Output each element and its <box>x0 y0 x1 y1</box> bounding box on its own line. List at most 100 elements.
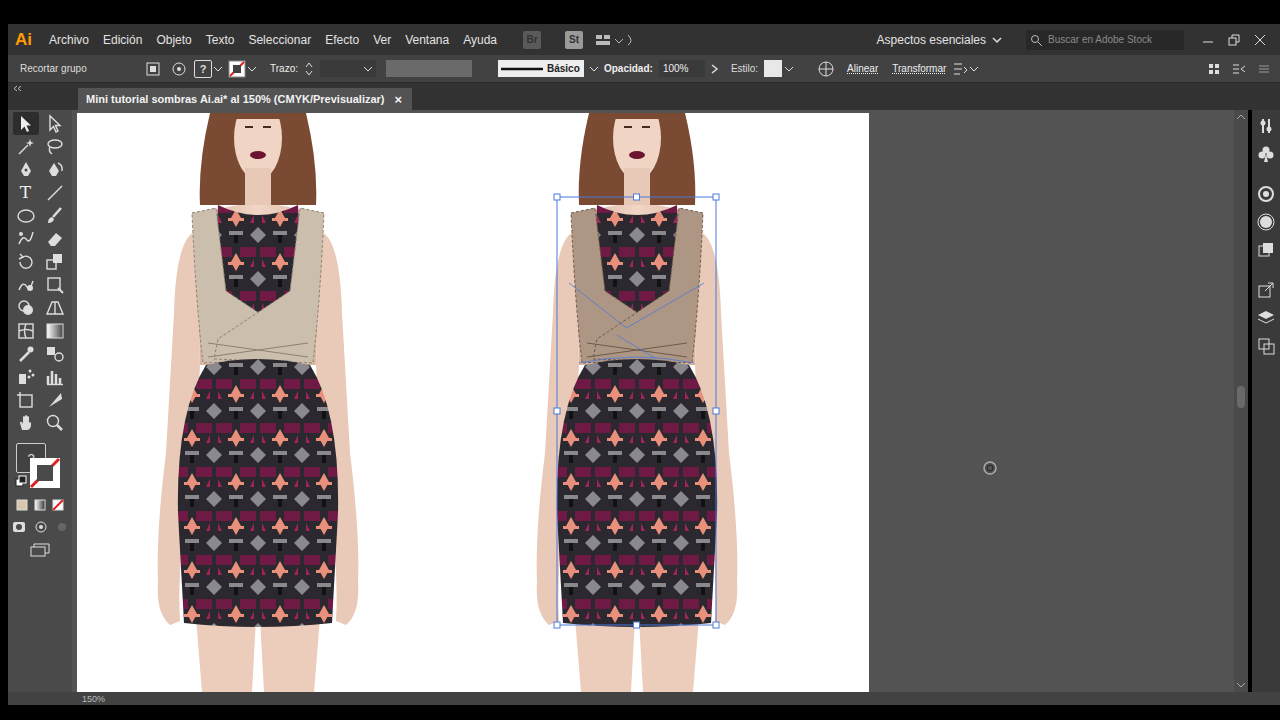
column-graph-tool[interactable] <box>42 365 68 388</box>
restore-icon[interactable] <box>1228 34 1240 46</box>
arrange-documents-icon[interactable] <box>595 32 635 48</box>
artboards-icon[interactable] <box>1256 336 1276 356</box>
transform-link[interactable]: Transformar <box>892 63 946 74</box>
none-mode-icon[interactable] <box>52 499 64 511</box>
artboard[interactable] <box>77 113 869 692</box>
align-link[interactable]: Alinear <box>847 63 878 74</box>
lasso-tool[interactable] <box>42 135 68 158</box>
dropdown-icon[interactable] <box>590 66 598 72</box>
ellipse-icon <box>15 205 37 227</box>
vertical-scrollbar[interactable] <box>1234 110 1248 692</box>
scale-tool[interactable] <box>42 250 68 273</box>
menu-item[interactable]: Texto <box>206 31 235 49</box>
eraser-tool[interactable] <box>42 227 68 250</box>
gradient-tool[interactable] <box>42 319 68 342</box>
symbol-sprayer-tool[interactable] <box>13 365 39 388</box>
warp-tool[interactable] <box>13 273 39 296</box>
screen-mode-icon[interactable] <box>30 543 50 557</box>
free-transform-tool[interactable] <box>42 273 68 296</box>
hand-tool[interactable] <box>13 411 39 434</box>
artboard-tool[interactable] <box>13 388 39 411</box>
fill-swatch[interactable]: ? <box>194 60 222 78</box>
perspective-tool[interactable] <box>42 296 68 319</box>
opacity-field[interactable]: 100% <box>659 60 705 77</box>
close-icon[interactable] <box>1254 34 1266 46</box>
menu-item[interactable]: Archivo <box>49 31 89 49</box>
style-swatch[interactable] <box>764 60 793 77</box>
options-icon[interactable] <box>1232 63 1246 75</box>
mesh-tool[interactable] <box>13 319 39 342</box>
menu-icon[interactable] <box>1258 63 1270 75</box>
graphic-styles-panel-button[interactable] <box>1256 240 1276 260</box>
graphic-styles-icon[interactable] <box>1256 240 1276 260</box>
canvas[interactable] <box>72 110 1248 692</box>
grid-icon[interactable] <box>1208 63 1220 75</box>
libraries-panel-button[interactable] <box>1256 184 1276 204</box>
menu-item[interactable]: Ayuda <box>463 31 497 49</box>
curvature-pen-tool[interactable] <box>42 158 68 181</box>
arrange-icon[interactable] <box>952 61 978 77</box>
draw-behind-icon[interactable] <box>34 521 48 533</box>
direct-selection-tool[interactable] <box>42 112 68 135</box>
line-tool[interactable] <box>42 181 68 204</box>
club-panel-button[interactable] <box>1256 144 1276 164</box>
selection-box[interactable] <box>554 194 719 628</box>
menu-item[interactable]: Objeto <box>156 31 191 49</box>
scroll-thumb[interactable] <box>1237 386 1245 408</box>
collapse-icon[interactable] <box>12 85 22 92</box>
stroke-box-icon[interactable] <box>29 457 61 489</box>
menu-item[interactable]: Efecto <box>325 31 359 49</box>
ellipse-tool[interactable] <box>13 204 39 227</box>
menu-item[interactable]: Seleccionar <box>248 31 311 49</box>
menu-item[interactable]: Ver <box>373 31 391 49</box>
appearance-icon[interactable] <box>1256 212 1276 232</box>
draw-mode-icon[interactable] <box>12 521 26 533</box>
appearance-panel-button[interactable] <box>1256 212 1276 232</box>
workspace-switcher[interactable]: Aspectos esenciales <box>871 31 1008 49</box>
export-panel-button[interactable] <box>1256 280 1276 300</box>
menu-item[interactable]: Ventana <box>405 31 449 49</box>
eyedropper-tool[interactable] <box>13 342 39 365</box>
stock-search[interactable] <box>1026 30 1184 50</box>
fill-stroke-swatches[interactable]: ? <box>15 443 65 489</box>
paintbrush-tool[interactable] <box>42 204 68 227</box>
magic-wand-tool[interactable] <box>13 135 39 158</box>
layers-icon[interactable] <box>1256 308 1276 328</box>
tab-close-button[interactable]: × <box>395 92 403 107</box>
stock-button[interactable]: St <box>565 31 583 49</box>
color-mode-icon[interactable] <box>16 499 28 511</box>
document-tab[interactable]: Mini tutorial sombras Ai.ai* al 150% (CM… <box>78 88 412 110</box>
properties-panel-button[interactable] <box>1256 116 1276 136</box>
stroke-weight-field[interactable] <box>320 60 376 77</box>
shape-builder-tool[interactable] <box>13 296 39 319</box>
selection-arrow-tool[interactable] <box>13 112 39 135</box>
rotate-tool[interactable] <box>13 250 39 273</box>
minimize-icon[interactable] <box>1202 34 1214 46</box>
stepper-icon[interactable] <box>304 60 314 78</box>
draw-inside-icon[interactable] <box>56 521 68 533</box>
libraries-icon[interactable] <box>1256 184 1276 204</box>
zoom-level[interactable]: 150% <box>82 694 105 704</box>
stroke-profile-field[interactable]: Básico <box>498 60 584 77</box>
menu-item[interactable]: Edición <box>103 31 142 49</box>
slice-tool[interactable] <box>42 388 68 411</box>
type-tool[interactable]: T <box>13 181 39 204</box>
isolate-icon[interactable] <box>144 60 164 78</box>
recolor-icon[interactable] <box>817 60 835 78</box>
export-icon[interactable] <box>1256 280 1276 300</box>
stroke-swatch[interactable] <box>228 60 256 78</box>
chevron-right-icon[interactable] <box>711 64 719 74</box>
zoom-tool[interactable] <box>42 411 68 434</box>
gradient-mode-icon[interactable] <box>34 499 46 511</box>
club-icon[interactable] <box>1256 144 1276 164</box>
default-colors-icon[interactable] <box>15 475 27 487</box>
shaper-tool[interactable] <box>13 227 39 250</box>
bridge-button[interactable]: Br <box>523 31 541 49</box>
layers-panel-button[interactable] <box>1256 308 1276 328</box>
blend-tool[interactable] <box>42 342 68 365</box>
pen-tool[interactable] <box>13 158 39 181</box>
edit-contents-icon[interactable] <box>170 60 188 78</box>
artboards-panel-button[interactable] <box>1256 336 1276 356</box>
search-field[interactable] <box>1048 34 1180 45</box>
properties-icon[interactable] <box>1256 116 1276 136</box>
